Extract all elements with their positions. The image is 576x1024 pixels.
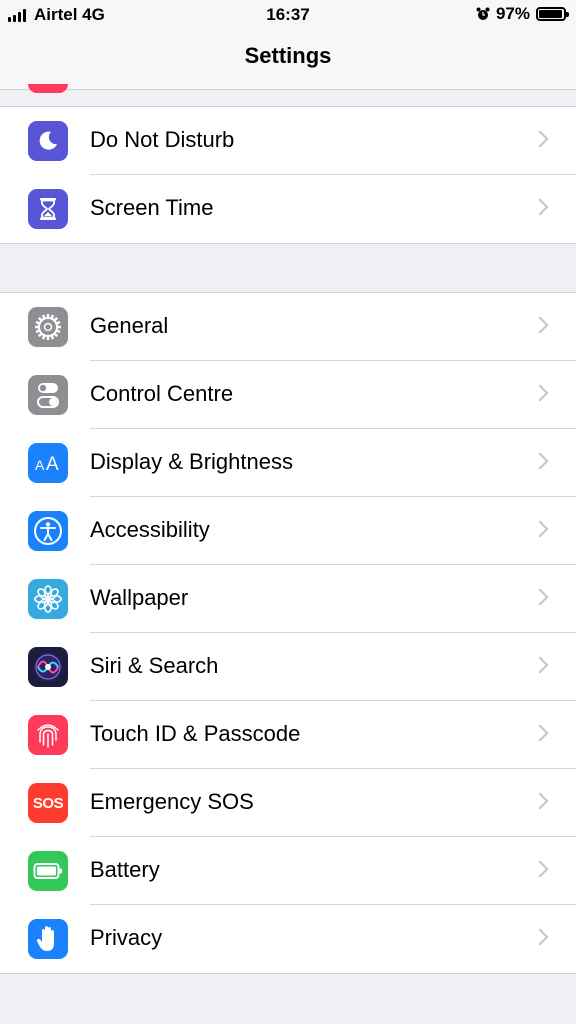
chevron-right-icon [531, 860, 549, 878]
toggles-icon [28, 375, 68, 415]
fingerprint-icon [28, 715, 68, 755]
chevron-right-icon [531, 316, 549, 334]
row-do-not-disturb[interactable]: Do Not Disturb [0, 107, 576, 175]
chevron-right-icon [531, 928, 549, 946]
status-bar: Airtel 4G 16:37 97% [0, 0, 576, 30]
chevron-right-icon [531, 198, 549, 216]
row-touch-id-passcode[interactable]: Touch ID & Passcode [0, 701, 576, 769]
row-label: Touch ID & Passcode [90, 721, 301, 746]
partial-settings-icon [28, 84, 68, 93]
chevron-right-icon [531, 792, 549, 810]
text-size-icon: A A [28, 443, 68, 483]
row-control-centre[interactable]: Control Centre [0, 361, 576, 429]
hand-icon [28, 919, 68, 959]
chevron-right-icon [531, 520, 549, 538]
siri-icon [28, 647, 68, 687]
row-label: Accessibility [90, 517, 210, 542]
gear-icon [28, 307, 68, 347]
row-label: Screen Time [90, 195, 214, 220]
chevron-right-icon [531, 724, 549, 742]
row-general[interactable]: General [0, 293, 576, 361]
row-siri-search[interactable]: Siri & Search [0, 633, 576, 701]
row-label: Siri & Search [90, 653, 219, 678]
row-wallpaper[interactable]: Wallpaper [0, 565, 576, 633]
row-privacy[interactable]: Privacy [0, 905, 576, 973]
chevron-right-icon [531, 656, 549, 674]
row-label: Control Centre [90, 381, 234, 406]
moon-icon [28, 121, 68, 161]
chevron-right-icon [531, 588, 549, 606]
hourglass-icon [28, 189, 68, 229]
battery-status-icon [536, 7, 569, 21]
row-accessibility[interactable]: Accessibility [0, 497, 576, 565]
row-label: General [90, 313, 169, 338]
alarm-icon [476, 7, 490, 20]
svg-text:A: A [35, 457, 45, 473]
svg-text:A: A [46, 454, 59, 475]
row-label: Display & Brightness [90, 449, 293, 474]
battery-icon [28, 851, 68, 891]
row-screen-time[interactable]: Screen Time [0, 175, 576, 243]
row-label: Privacy [90, 925, 163, 950]
battery-percentage: 97% [495, 4, 530, 23]
row-label: Emergency SOS [90, 789, 254, 814]
settings-group-focus: Do Not Disturb Screen Time [0, 106, 576, 244]
chevron-right-icon [531, 130, 549, 148]
row-emergency-sos[interactable]: SOS Emergency SOS [0, 769, 576, 837]
chevron-right-icon [531, 452, 549, 470]
sos-icon: SOS [28, 783, 68, 823]
row-battery[interactable]: Battery [0, 837, 576, 905]
flower-icon [28, 579, 68, 619]
sos-icon-text: SOS [32, 794, 64, 812]
row-label: Wallpaper [90, 585, 189, 610]
row-display-brightness[interactable]: A A Display & Brightness [0, 429, 576, 497]
accessibility-icon [28, 511, 68, 551]
settings-group-general: General Control Centre A A Display & Bri… [0, 292, 576, 974]
row-label: Do Not Disturb [90, 127, 235, 152]
row-label: Battery [90, 857, 160, 882]
page-title: Settings [244, 43, 332, 68]
chevron-right-icon [531, 384, 549, 402]
